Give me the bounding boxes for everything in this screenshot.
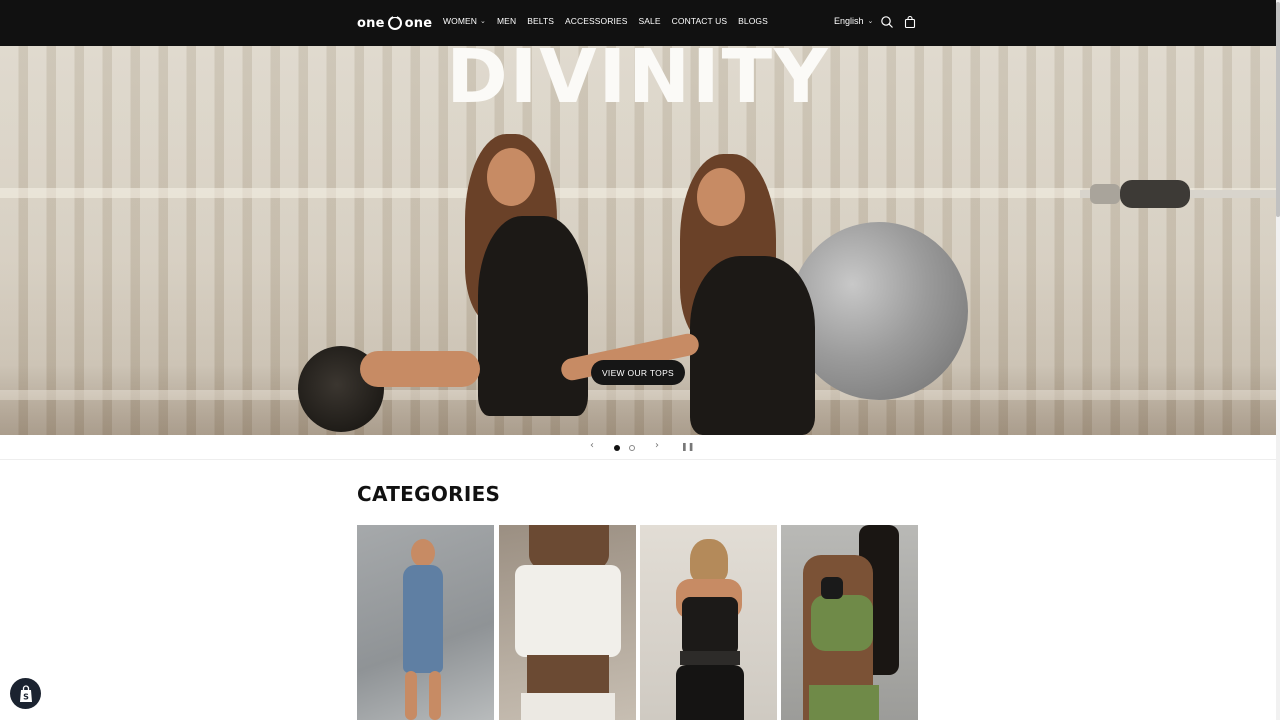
hero-banner: DIVINITY VIEW OUR TOPS bbox=[0, 46, 1276, 435]
slide-dot-1[interactable] bbox=[614, 445, 620, 451]
nav-item-belts[interactable]: BELTS bbox=[527, 16, 554, 26]
nav-label: BELTS bbox=[527, 16, 554, 26]
shopify-chat-button[interactable]: S bbox=[10, 678, 41, 709]
white-top-image bbox=[515, 565, 621, 657]
previous-slide-icon[interactable]: ‹ bbox=[590, 440, 594, 451]
green-shorts-image bbox=[809, 685, 879, 720]
scrollbar-thumb[interactable] bbox=[1276, 2, 1280, 217]
model-right-image bbox=[690, 256, 815, 435]
logo-ring-icon bbox=[387, 13, 402, 30]
gym-machine-image bbox=[1080, 180, 1276, 208]
green-sports-bra-image bbox=[811, 595, 873, 651]
model-left-image bbox=[478, 216, 588, 416]
model-leg bbox=[405, 671, 417, 720]
svg-text:S: S bbox=[23, 692, 29, 701]
pause-icon[interactable]: ❚❚ bbox=[681, 442, 694, 451]
black-leggings-image bbox=[676, 665, 744, 720]
model-face-left bbox=[487, 148, 535, 206]
category-card-tops[interactable] bbox=[499, 525, 636, 720]
site-header: one one WOMEN ⌄ MEN BELTS ACCESSORIES SA… bbox=[0, 0, 1280, 46]
training-glove-image bbox=[821, 577, 843, 599]
logo-text-right: one bbox=[404, 15, 433, 31]
next-slide-icon[interactable]: › bbox=[655, 440, 659, 451]
nav-label: WOMEN bbox=[443, 16, 478, 26]
nav-label: ACCESSORIES bbox=[565, 16, 628, 26]
shopify-bag-icon: S bbox=[19, 684, 32, 702]
nav-item-blogs[interactable]: BLOGS bbox=[738, 16, 768, 26]
view-our-tops-button[interactable]: VIEW OUR TOPS bbox=[591, 360, 685, 385]
page-scrollbar[interactable] bbox=[1276, 0, 1280, 720]
model-waist bbox=[527, 655, 609, 695]
black-top-image bbox=[682, 597, 738, 655]
model-leg-left bbox=[360, 351, 480, 387]
nav-item-men[interactable]: MEN bbox=[497, 16, 516, 26]
waist-belt-image bbox=[680, 651, 740, 665]
cart-icon[interactable] bbox=[903, 15, 917, 29]
exercise-ball-image bbox=[790, 222, 968, 400]
model-face-right bbox=[697, 168, 745, 226]
hero-heading: DIVINITY bbox=[446, 46, 830, 120]
nav-label: CONTACT US bbox=[671, 16, 728, 26]
search-icon[interactable] bbox=[880, 15, 894, 29]
nav-label: BLOGS bbox=[738, 16, 768, 26]
main-nav: WOMEN ⌄ MEN BELTS ACCESSORIES SALE CONTA… bbox=[443, 16, 768, 26]
logo-text-left: one bbox=[357, 15, 385, 31]
model-hair bbox=[690, 539, 728, 583]
slider-controls: ‹ › ❚❚ bbox=[0, 435, 1276, 460]
white-shorts-image bbox=[521, 693, 615, 720]
slide-dot-2[interactable] bbox=[629, 445, 635, 451]
nav-item-sale[interactable]: SALE bbox=[639, 16, 661, 26]
categories-heading: CATEGORIES bbox=[357, 482, 501, 506]
chevron-down-icon: ⌄ bbox=[480, 18, 486, 25]
language-selector[interactable]: English ⌄ bbox=[834, 16, 873, 26]
denim-dress-image bbox=[403, 565, 443, 673]
category-card-dresses[interactable] bbox=[357, 525, 494, 720]
category-card-sports-bras[interactable] bbox=[781, 525, 918, 720]
nav-item-contact-us[interactable]: CONTACT US bbox=[672, 16, 727, 26]
model-leg bbox=[429, 671, 441, 720]
logo[interactable]: one one bbox=[357, 12, 432, 34]
chevron-down-icon: ⌄ bbox=[867, 18, 874, 25]
model-face bbox=[411, 539, 435, 567]
nav-label: MEN bbox=[497, 16, 517, 26]
nav-label: SALE bbox=[638, 16, 661, 26]
category-card-belts[interactable] bbox=[640, 525, 777, 720]
nav-item-women[interactable]: WOMEN ⌄ bbox=[443, 16, 486, 26]
nav-item-accessories[interactable]: ACCESSORIES bbox=[565, 16, 628, 26]
language-label: English bbox=[834, 16, 864, 26]
